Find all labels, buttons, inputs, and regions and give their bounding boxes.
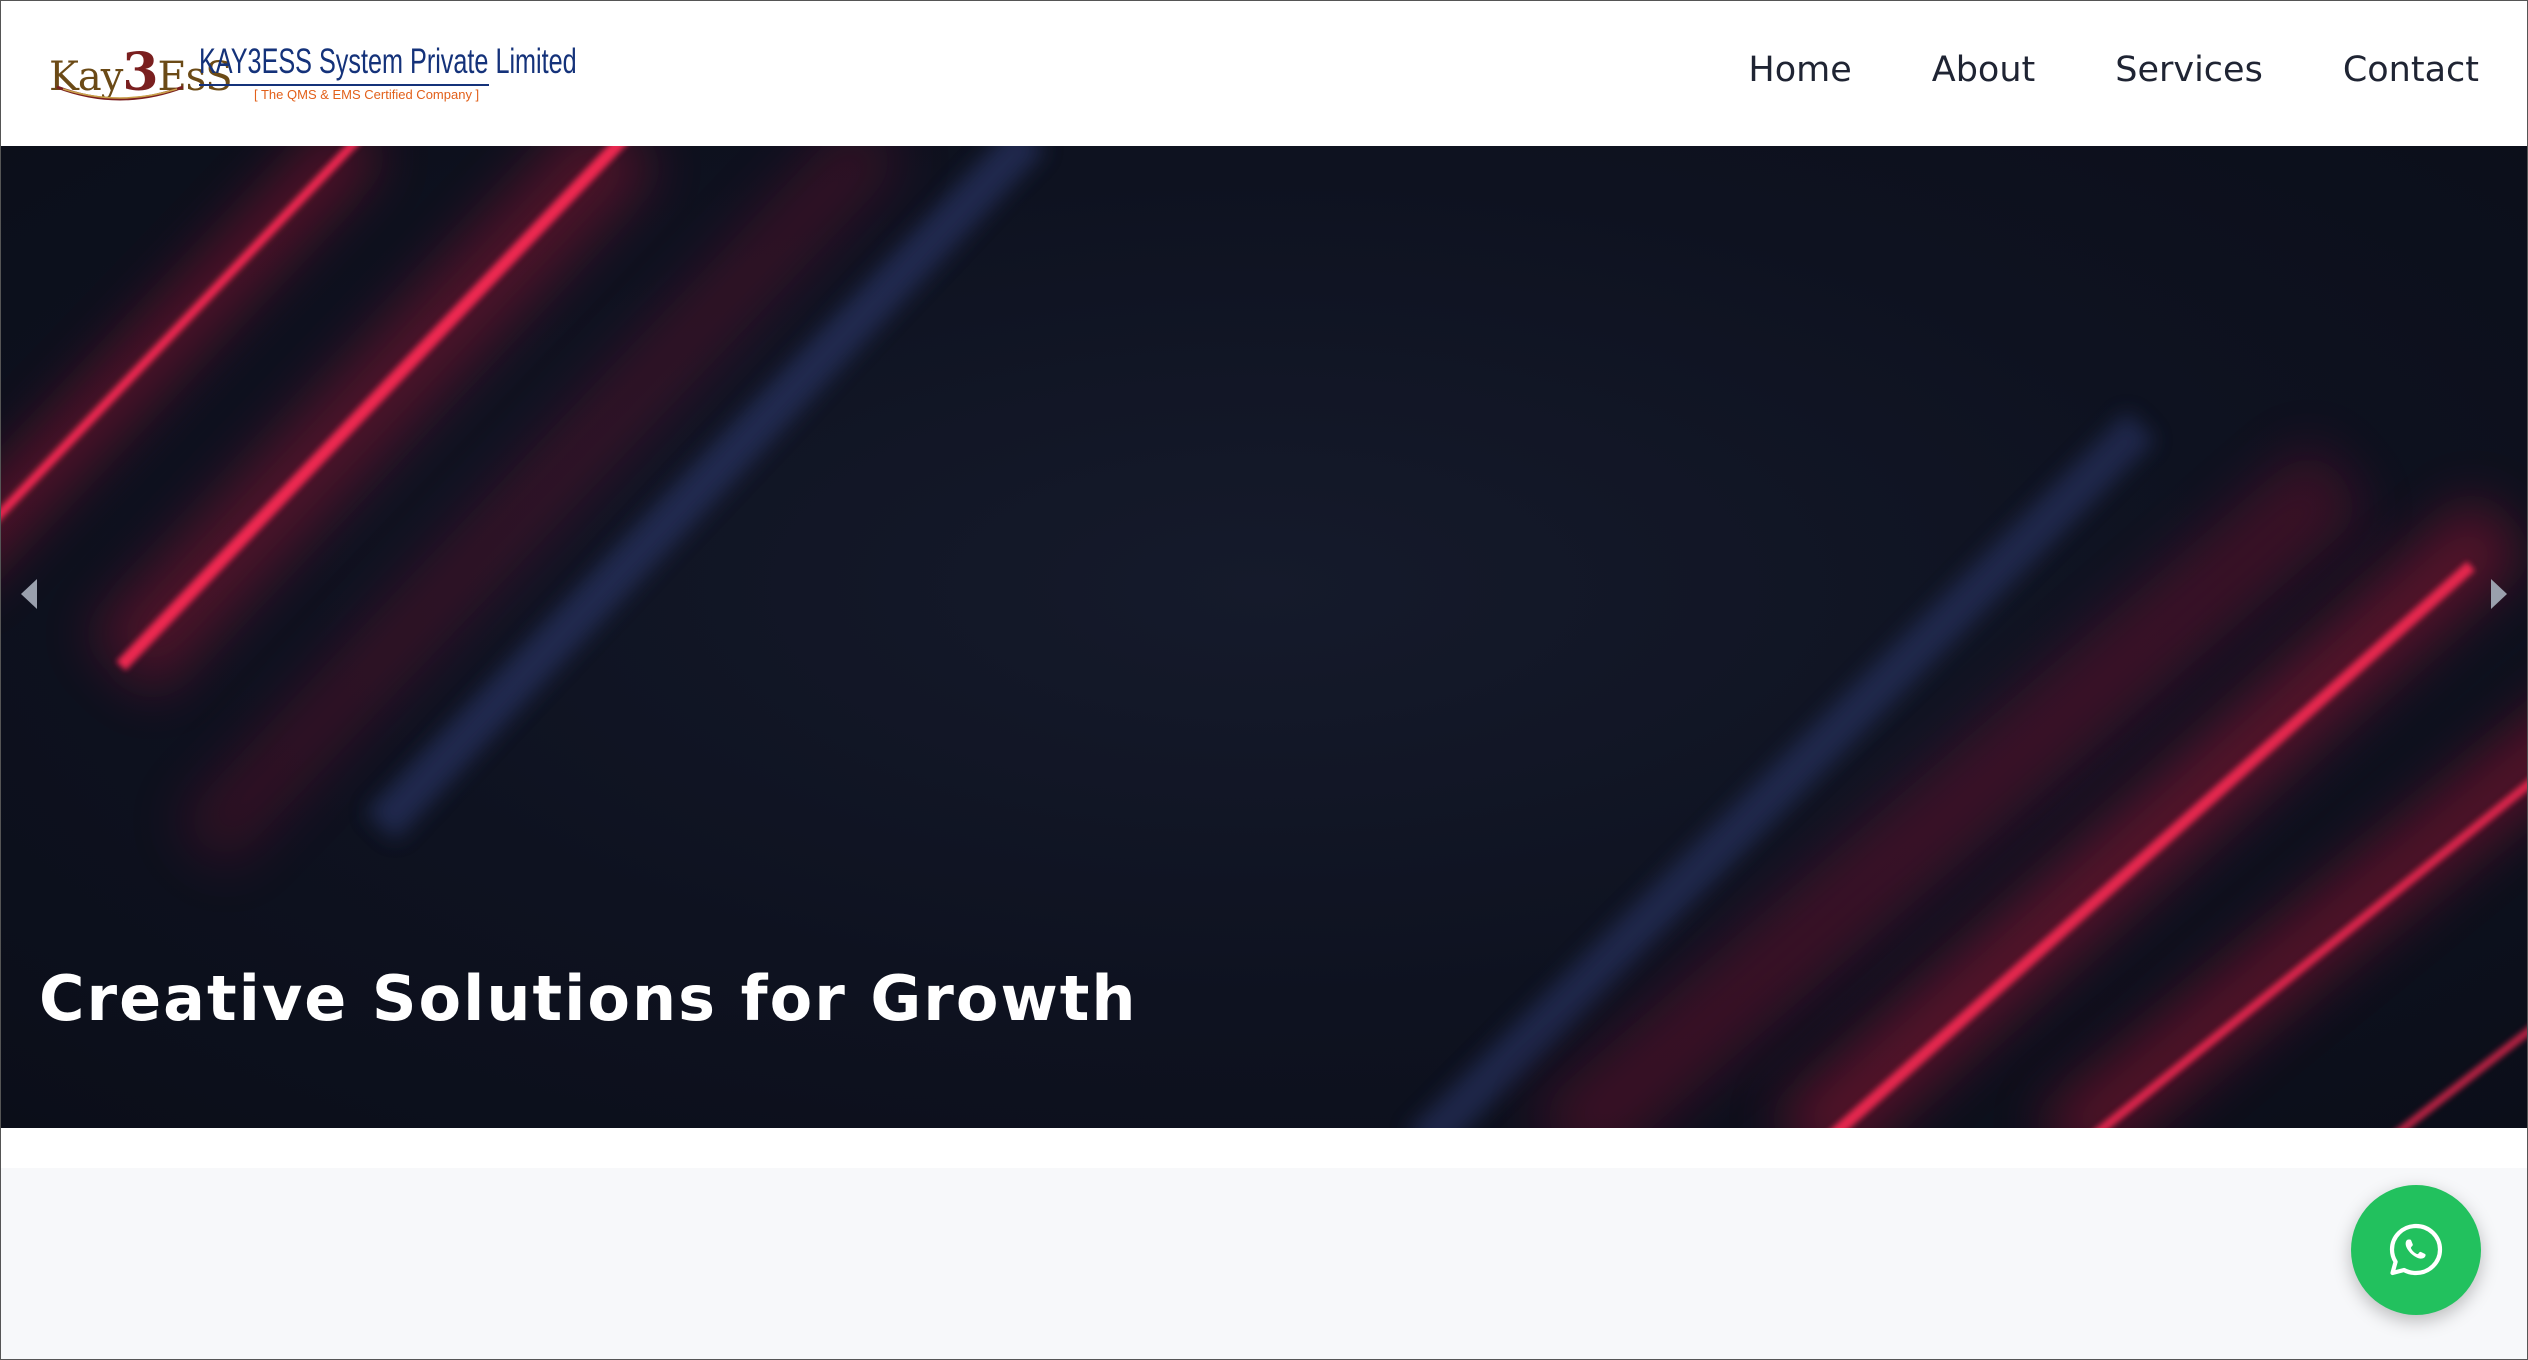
chevron-left-icon bbox=[21, 579, 37, 609]
main-navigation: Home About Services Contact bbox=[1748, 53, 2479, 88]
company-logo[interactable]: Kay3EsS KAY3ESS System Private Limited [… bbox=[49, 39, 577, 109]
site-header: Kay3EsS KAY3ESS System Private Limited [… bbox=[1, 1, 2527, 146]
logo-company-name: KAY3ESS System Private Limited bbox=[199, 42, 577, 81]
whatsapp-icon bbox=[2389, 1223, 2443, 1276]
content-section bbox=[1, 1168, 2527, 1359]
nav-link-about[interactable]: About bbox=[1932, 53, 2035, 88]
hero-carousel: Creative Solutions for Growth bbox=[1, 146, 2527, 1128]
logo-divider bbox=[199, 84, 489, 86]
chevron-right-icon bbox=[2491, 579, 2507, 609]
whatsapp-chat-button[interactable] bbox=[2351, 1185, 2481, 1315]
logo-swoosh-icon bbox=[56, 85, 184, 101]
carousel-prev-button[interactable] bbox=[9, 564, 49, 624]
nav-link-services[interactable]: Services bbox=[2115, 53, 2263, 88]
carousel-next-button[interactable] bbox=[2479, 564, 2519, 624]
nav-link-home[interactable]: Home bbox=[1748, 53, 1851, 88]
nav-link-contact[interactable]: Contact bbox=[2343, 53, 2479, 88]
hero-title: Creative Solutions for Growth bbox=[39, 962, 1138, 1035]
browser-viewport: Kay3EsS KAY3ESS System Private Limited [… bbox=[0, 0, 2528, 1360]
logo-tagline: [ The QMS & EMS Certified Company ] bbox=[254, 87, 480, 102]
